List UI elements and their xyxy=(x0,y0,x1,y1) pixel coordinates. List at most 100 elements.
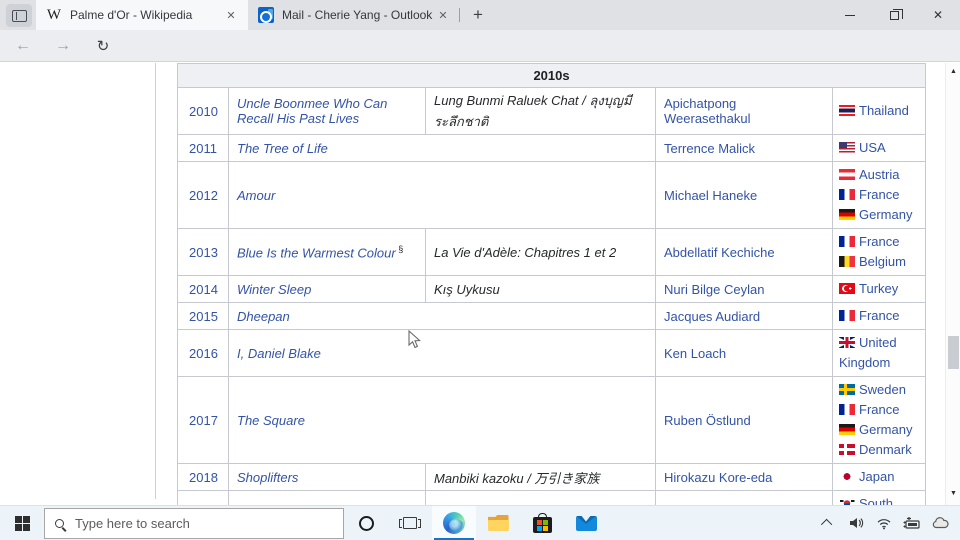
country-cell: France Belgium xyxy=(833,229,926,276)
director-link[interactable]: Hirokazu Kore-eda xyxy=(664,470,772,485)
director-link[interactable]: Ruben Östlund xyxy=(664,413,751,428)
set-tabs-aside-button[interactable] xyxy=(6,4,32,27)
year-link[interactable]: 2012 xyxy=(189,188,218,203)
year-link[interactable]: 2010 xyxy=(189,104,218,119)
country-link[interactable]: Austria xyxy=(859,167,899,182)
tab-wikipedia[interactable]: W Palme d'Or - Wikipedia ✕ xyxy=(36,0,248,30)
country-link[interactable]: Turkey xyxy=(859,281,898,296)
country-link[interactable]: France xyxy=(859,402,899,417)
tab-title: Palme d'Or - Wikipedia xyxy=(70,8,222,22)
tab-close-icon[interactable]: ✕ xyxy=(222,6,240,24)
year-cell: 2019 xyxy=(178,491,229,506)
new-tab-button[interactable]: + xyxy=(466,3,490,27)
taskbar-search-input[interactable]: Type here to search xyxy=(44,508,344,539)
decade-header: 2010s xyxy=(178,64,926,88)
country-link[interactable]: France xyxy=(859,187,899,202)
flag-jp-icon xyxy=(839,471,855,482)
taskbar-edge-button[interactable] xyxy=(432,506,476,540)
country-cell: Thailand xyxy=(833,88,926,135)
country-line: Austria xyxy=(839,165,919,185)
file-explorer-icon xyxy=(488,515,509,531)
maximize-button[interactable] xyxy=(872,0,916,30)
year-link[interactable]: 2016 xyxy=(189,346,218,361)
country-link[interactable]: France xyxy=(859,234,899,249)
minimize-button[interactable] xyxy=(828,0,872,30)
back-button[interactable]: ← xyxy=(10,34,36,58)
taskbar-store-button[interactable] xyxy=(520,506,564,540)
film-link[interactable]: Winter Sleep xyxy=(237,282,311,297)
director-cell: Apichatpong Weerasethakul xyxy=(656,88,833,135)
country-link[interactable]: Sweden xyxy=(859,382,906,397)
film-link[interactable]: Shoplifters xyxy=(237,470,298,485)
refresh-button[interactable]: ↻ xyxy=(90,34,116,58)
year-link[interactable]: 2018 xyxy=(189,470,218,485)
country-link[interactable]: Belgium xyxy=(859,254,906,269)
film-link[interactable]: The Square xyxy=(237,413,305,428)
cortana-button[interactable] xyxy=(344,506,388,540)
edge-browser-window: W Palme d'Or - Wikipedia ✕ Mail - Cherie… xyxy=(0,0,960,540)
country-line: Belgium xyxy=(839,252,919,272)
tray-wifi-button[interactable] xyxy=(870,506,898,540)
tray-battery-button[interactable] xyxy=(898,506,926,540)
page-scrollbar[interactable]: ▲ ▼ xyxy=(945,63,960,505)
taskbar-mail-button[interactable] xyxy=(564,506,608,540)
director-link[interactable]: Michael Haneke xyxy=(664,188,757,203)
windows-logo-icon xyxy=(15,516,30,531)
scroll-down-icon[interactable]: ▼ xyxy=(946,486,960,501)
director-link[interactable]: Ken Loach xyxy=(664,346,726,361)
winner-row-2014: 2014 Winter Sleep Kış Uykusu Nuri Bilge Cey… xyxy=(178,276,926,303)
minimize-icon xyxy=(845,15,855,16)
director-link[interactable]: Terrence Malick xyxy=(664,141,755,156)
director-cell: Ken Loach xyxy=(656,330,833,377)
film-link[interactable]: Amour xyxy=(237,188,275,203)
flag-fr-icon xyxy=(839,189,855,200)
winner-row-2019: 2019Parasite §#Gisaengchung / 기생충Bong Jo… xyxy=(178,491,926,506)
film-link[interactable]: Uncle Boonmee Who Can Recall His Past Li… xyxy=(237,96,387,126)
original-title: La Vie d'Adèle: Chapitres 1 et 2 xyxy=(434,245,616,260)
country-line: Denmark xyxy=(839,440,919,460)
film-link[interactable]: Blue Is the Warmest Colour xyxy=(237,245,396,260)
director-link[interactable]: Apichatpong Weerasethakul xyxy=(664,96,750,126)
page-content: 2010s 2010 Uncle Boonmee Who Can Recall H… xyxy=(0,63,960,505)
taskbar-file-explorer-button[interactable] xyxy=(476,506,520,540)
country-link[interactable]: Denmark xyxy=(859,442,912,457)
tab-close-icon[interactable]: ✕ xyxy=(434,6,452,24)
film-link[interactable]: Dheepan xyxy=(237,309,290,324)
country-line: Germany xyxy=(839,205,919,225)
original-title-cell: Kış Uykusu xyxy=(426,276,656,303)
start-button[interactable] xyxy=(0,506,44,540)
year-link[interactable]: 2014 xyxy=(189,282,218,297)
flag-fr-icon xyxy=(839,236,855,247)
year-link[interactable]: 2017 xyxy=(189,413,218,428)
country-link[interactable]: France xyxy=(859,308,899,323)
close-button[interactable]: ✕ xyxy=(916,0,960,30)
tray-chevron-button[interactable] xyxy=(814,506,842,540)
year-link[interactable]: 2011 xyxy=(189,141,217,156)
country-link[interactable]: Germany xyxy=(859,207,912,222)
film-cell: Winter Sleep xyxy=(229,276,426,303)
tab-outlook[interactable]: Mail - Cherie Yang - Outlook ✕ xyxy=(248,0,460,30)
country-link[interactable]: Japan xyxy=(859,469,894,484)
country-link[interactable]: Thailand xyxy=(859,103,909,118)
scroll-up-icon[interactable]: ▲ xyxy=(946,64,960,79)
director-link[interactable]: Abdellatif Kechiche xyxy=(664,245,775,260)
country-link[interactable]: Germany xyxy=(859,422,912,437)
forward-button[interactable]: → xyxy=(50,34,76,58)
task-view-button[interactable] xyxy=(388,506,432,540)
winner-row-2012: 2012 Amour Michael Haneke Austria France Germ… xyxy=(178,162,926,229)
film-link[interactable]: The Tree of Life xyxy=(237,141,328,156)
winner-row-2011: 2011 The Tree of Life Terrence Malick USA xyxy=(178,135,926,162)
country-link[interactable]: USA xyxy=(859,140,886,155)
country-line: USA xyxy=(839,138,919,158)
cortana-icon xyxy=(359,516,374,531)
director-link[interactable]: Nuri Bilge Ceylan xyxy=(664,282,764,297)
film-link[interactable]: I, Daniel Blake xyxy=(237,346,321,361)
director-cell: Terrence Malick xyxy=(656,135,833,162)
year-link[interactable]: 2013 xyxy=(189,245,218,260)
year-link[interactable]: 2015 xyxy=(189,309,218,324)
director-link[interactable]: Jacques Audiard xyxy=(664,309,760,324)
tray-volume-button[interactable] xyxy=(842,506,870,540)
tray-onedrive-button[interactable] xyxy=(926,506,954,540)
director-cell: Ruben Östlund xyxy=(656,377,833,464)
scrollbar-thumb[interactable] xyxy=(948,336,959,369)
